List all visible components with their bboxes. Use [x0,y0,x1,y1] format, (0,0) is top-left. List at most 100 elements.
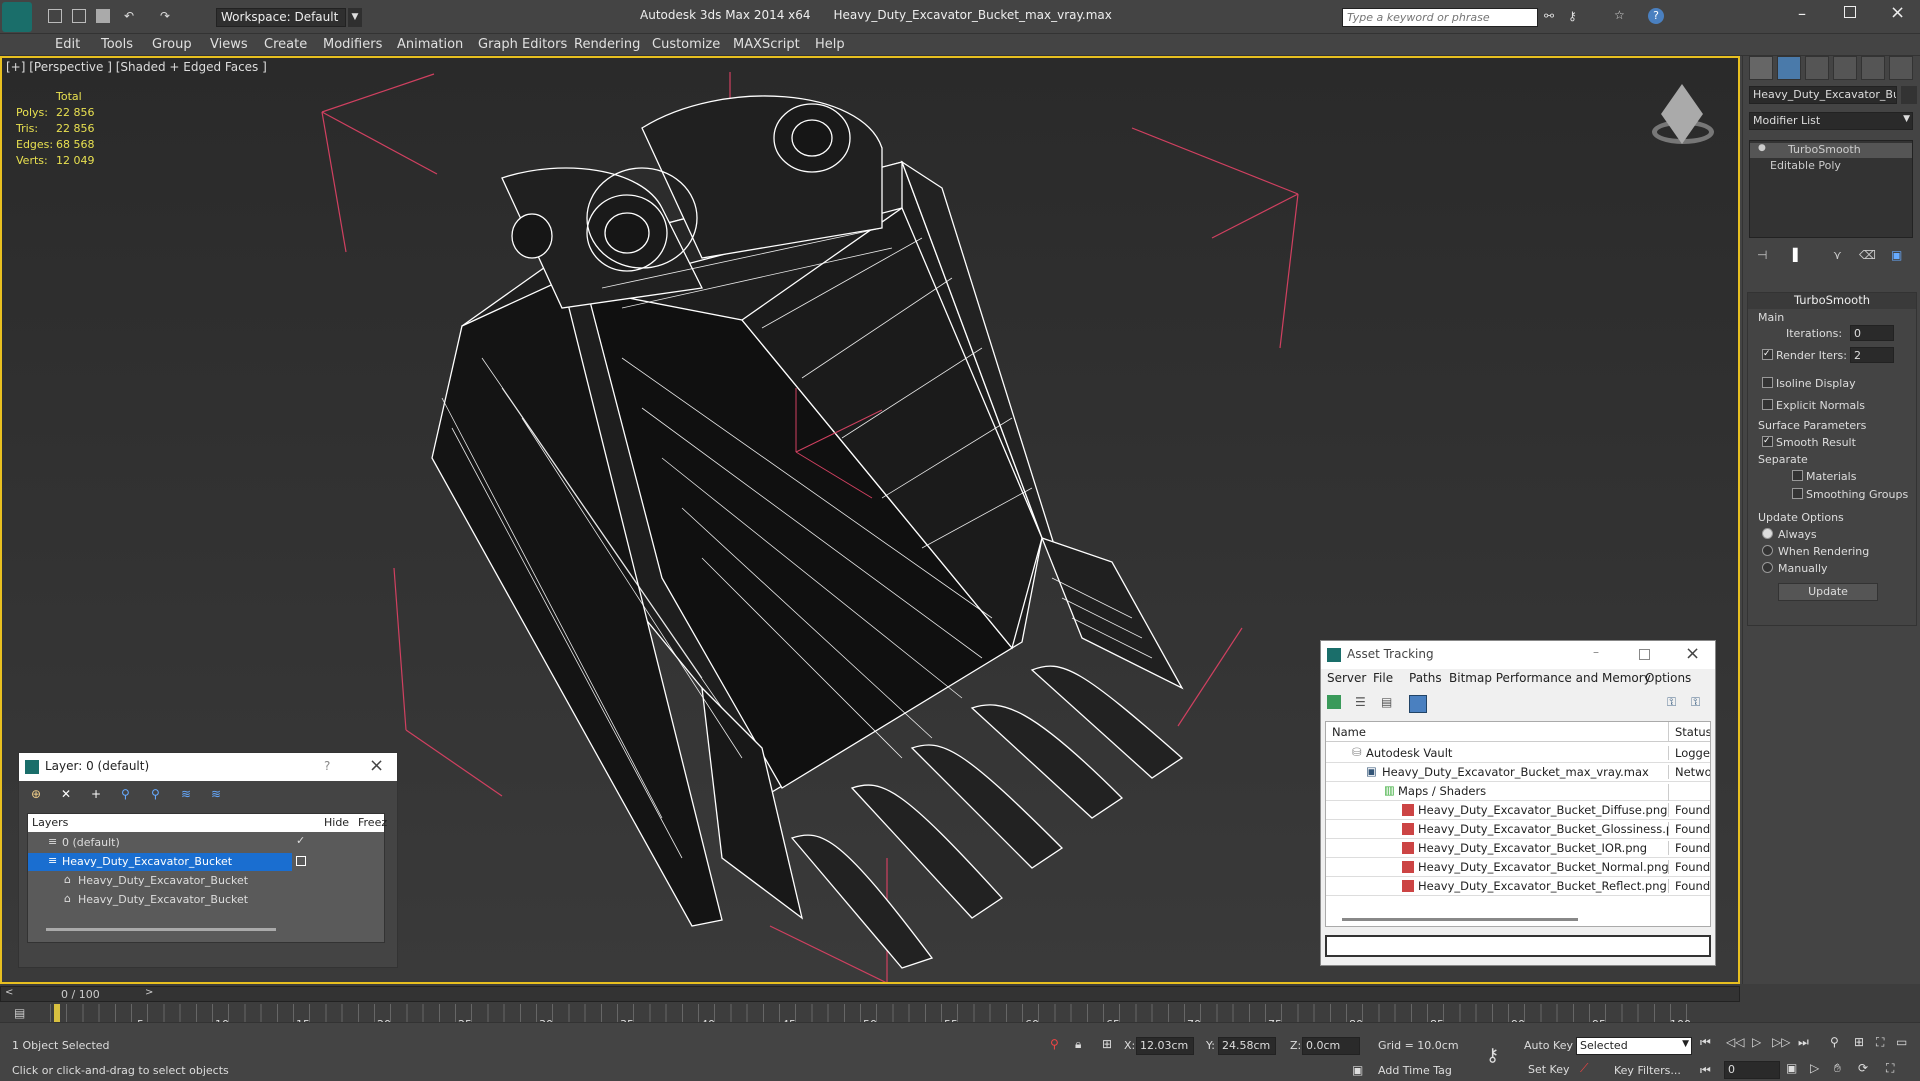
asset-path-field[interactable] [1325,935,1711,957]
layer-row-object[interactable]: ⌂ Heavy_Duty_Excavator_Bucket [28,891,384,909]
current-frame-field[interactable]: 0 [1724,1061,1780,1079]
asset-row-texture[interactable]: Heavy_Duty_Excavator_Bucket_IOR.png Foun… [1326,839,1710,858]
add-to-layer-icon[interactable]: + [91,787,101,801]
isolate-selection-icon[interactable]: ⚲ [1050,1037,1059,1051]
freeze-all-layers-icon[interactable]: ≋ [211,787,221,801]
display-tab-icon[interactable] [1861,56,1885,80]
asset-row-max-file[interactable]: ▣ Heavy_Duty_Excavator_Bucket_max_vray.m… [1326,763,1710,782]
next-frame-icon[interactable]: > [145,987,153,998]
asset-row-maps-folder[interactable]: ▥ Maps / Shaders [1326,782,1710,803]
pin-stack-icon[interactable]: ⊣ [1757,248,1767,262]
go-to-start-icon[interactable]: ⏮ [1700,1035,1711,1050]
layer-list-scrollbar[interactable] [46,928,276,931]
checkmark-icon[interactable]: ✓ [296,834,305,847]
help-icon[interactable]: ? [324,759,330,773]
table-view-icon[interactable] [1409,695,1427,713]
track-bar-icon[interactable]: ▤ [14,1006,25,1020]
time-slider[interactable]: < 0 / 100 > [0,986,1740,1002]
app-logo-icon[interactable] [2,2,32,32]
key-filters-button[interactable]: Key Filters... [1614,1064,1681,1077]
rollout-header[interactable]: TurboSmooth [1748,293,1916,309]
modifier-list-select[interactable]: Modifier List ▼ [1749,112,1913,130]
stack-item-editable-poly[interactable]: Editable Poly [1750,159,1912,174]
asset-menu-file[interactable]: File [1373,671,1393,685]
asset-row-texture[interactable]: Heavy_Duty_Excavator_Bucket_Reflect.png … [1326,877,1710,896]
new-file-icon[interactable] [48,9,62,23]
transform-mode-icon[interactable]: ⊞ [1102,1037,1112,1051]
field-of-view-icon[interactable]: ▭ [1896,1035,1907,1049]
layer-dialog-titlebar[interactable]: Layer: 0 (default) ? × [19,753,397,781]
layer-row-default[interactable]: ≡ 0 (default) ✓ [28,834,384,852]
col-freeze[interactable]: Freez [358,816,387,829]
highlight-layer-icon[interactable]: ⚲ [151,787,160,801]
previous-frame-icon[interactable]: ◁◁ [1726,1035,1744,1049]
set-key-icon[interactable]: ⚷ [1486,1045,1499,1066]
favorites-star-icon[interactable]: ☆ [1614,8,1625,22]
smoothing-groups-checkbox[interactable] [1792,488,1803,499]
menu-group[interactable]: Group [152,37,192,52]
maximize-viewport-icon[interactable]: ⛶ [1886,1061,1894,1076]
undo-icon[interactable]: ↶ [124,9,134,23]
menu-help[interactable]: Help [815,37,845,52]
selection-lock-icon[interactable]: 🔒︎ [1075,1037,1081,1052]
smooth-result-checkbox[interactable]: ✓ [1762,436,1773,447]
menu-graph-editors[interactable]: Graph Editors [478,37,567,52]
select-in-layer-icon[interactable]: ⚲ [121,787,130,801]
asset-menu-options[interactable]: Options [1645,671,1691,685]
menu-views[interactable]: Views [210,37,248,52]
refresh-icon[interactable] [1327,695,1341,709]
always-radio[interactable] [1762,528,1773,539]
create-tab-icon[interactable] [1749,56,1773,80]
make-unique-icon[interactable]: ⋎ [1833,248,1842,262]
asset-row-vault[interactable]: ⛁ Autodesk Vault Logged [1326,744,1710,763]
col-layers[interactable]: Layers [32,816,68,829]
col-status[interactable]: Status [1668,722,1710,742]
current-layer-box-icon[interactable] [296,856,306,866]
set-key-button[interactable]: Set Key [1528,1063,1570,1076]
menu-animation[interactable]: Animation [397,37,463,52]
menu-rendering[interactable]: Rendering [574,37,640,52]
go-to-end-icon[interactable]: ⏭ [1798,1035,1809,1050]
key-mode-toggle-icon[interactable]: ⏮ [1700,1063,1711,1078]
zoom-extents-icon[interactable]: ⛶ [1876,1035,1884,1050]
menu-tools[interactable]: Tools [101,37,133,52]
redo-icon[interactable]: ↷ [160,9,170,23]
modify-tab-icon[interactable] [1777,56,1801,80]
maximize-icon[interactable] [1639,649,1650,660]
menu-edit[interactable]: Edit [55,37,80,52]
menu-customize[interactable]: Customize [652,37,720,52]
render-iters-spinner[interactable]: 2 [1850,347,1894,363]
remove-modifier-icon[interactable]: ⌫ [1859,248,1876,262]
time-slider-frame[interactable]: 0 / 100 [61,988,100,1001]
delete-layer-icon[interactable]: ✕ [61,787,71,801]
col-name[interactable]: Name [1332,725,1366,739]
motion-tab-icon[interactable] [1833,56,1857,80]
menu-create[interactable]: Create [264,37,307,52]
vault-login-icon[interactable]: ⚿ [1667,695,1676,710]
asset-dialog-titlebar[interactable]: Asset Tracking – × [1321,641,1715,669]
tree-view-icon[interactable]: ▤ [1381,695,1392,709]
hierarchy-tab-icon[interactable] [1805,56,1829,80]
viewcube[interactable] [1642,84,1722,154]
when-rendering-radio[interactable] [1762,545,1773,556]
minimize-icon[interactable]: – [1593,645,1599,659]
menu-maxscript[interactable]: MAXScript [733,37,800,52]
configure-sets-icon[interactable]: ▣ [1891,248,1902,262]
update-button[interactable]: Update [1778,583,1878,601]
render-iters-checkbox[interactable]: ✓ [1762,349,1773,360]
iterations-spinner[interactable]: 0 [1850,325,1894,341]
walk-through-icon[interactable]: ▷ [1810,1061,1819,1075]
next-frame-icon[interactable]: ▷▷ [1772,1035,1790,1049]
asset-row-texture[interactable]: Heavy_Duty_Excavator_Bucket_Diffuse.png … [1326,801,1710,820]
object-color-swatch[interactable] [1901,86,1917,104]
z-coordinate-field[interactable]: 0.0cm [1302,1037,1360,1055]
workspace-select[interactable]: Workspace: Default [216,8,346,27]
isoline-display-checkbox[interactable] [1762,377,1773,388]
close-icon[interactable]: × [1890,2,1905,23]
current-frame-marker[interactable] [54,1004,60,1022]
hide-all-layers-icon[interactable]: ≋ [181,787,191,801]
zoom-all-icon[interactable]: ⊞ [1854,1035,1864,1049]
materials-checkbox[interactable] [1792,470,1803,481]
object-name-field[interactable]: Heavy_Duty_Excavator_Buck [1749,86,1897,104]
minimize-icon[interactable]: – [1798,4,1806,23]
